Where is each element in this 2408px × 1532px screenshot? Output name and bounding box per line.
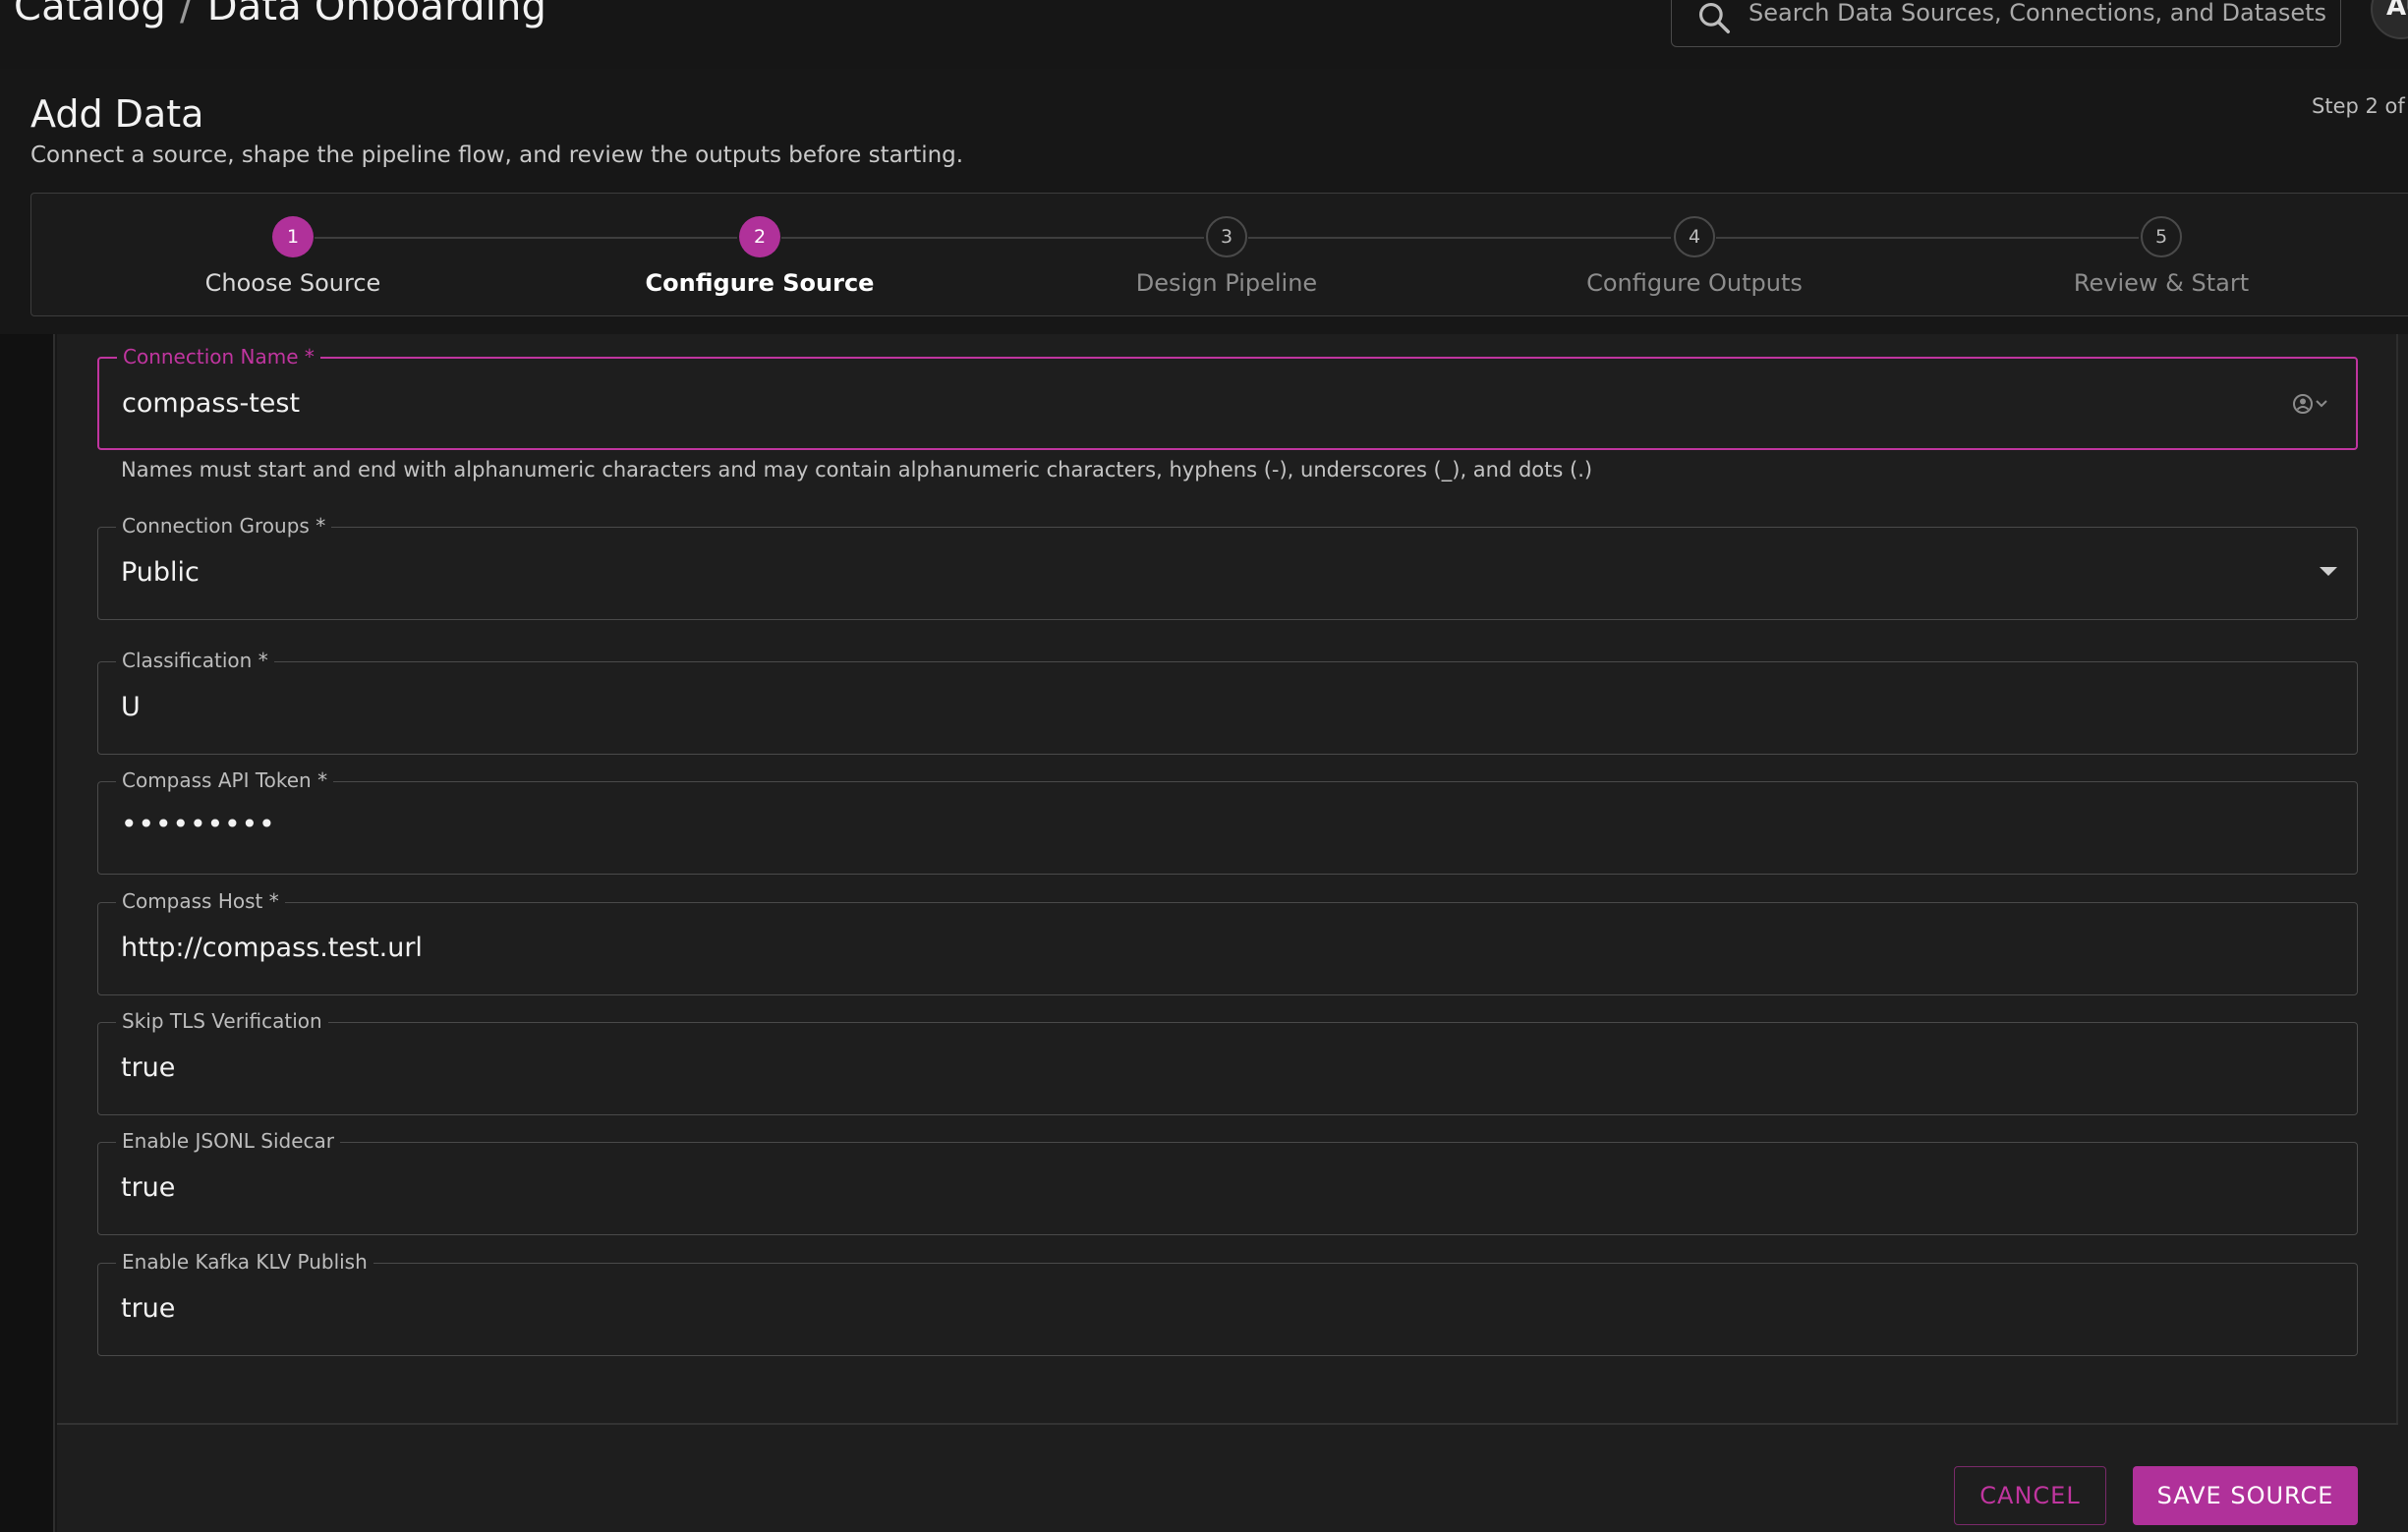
enable-kafka-klv-publish-value[interactable]: true bbox=[121, 1293, 175, 1324]
cancel-button[interactable]: CANCEL bbox=[1954, 1466, 2106, 1525]
top-bar: Catalog / Data Onboarding Search Data Sour… bbox=[0, 0, 2408, 69]
save-source-button[interactable]: SAVE SOURCE bbox=[2133, 1466, 2358, 1525]
step-number-badge: 1 bbox=[272, 216, 314, 257]
step-label: Review & Start bbox=[2073, 269, 2250, 297]
skip-tls-verification-value[interactable]: true bbox=[121, 1052, 175, 1083]
connection-groups-select[interactable]: Connection Groups * Public bbox=[97, 514, 2358, 620]
connection-name-value[interactable]: compass-test bbox=[122, 388, 300, 419]
panel-divider bbox=[2396, 334, 2398, 1425]
classification-field[interactable]: Classification * U bbox=[97, 649, 2358, 755]
step-number-badge: 4 bbox=[1674, 216, 1715, 257]
step-label: Choose Source bbox=[204, 269, 381, 297]
breadcrumb-separator: / bbox=[180, 0, 194, 29]
compass-api-token-value[interactable]: ••••••••• bbox=[121, 808, 276, 840]
left-gutter bbox=[0, 334, 55, 1532]
compass-host-field[interactable]: Compass Host * http://compass.test.url bbox=[97, 889, 2358, 995]
footer-divider bbox=[57, 1423, 2398, 1425]
connection-groups-value: Public bbox=[121, 557, 200, 588]
connection-name-helper-text: Names must start and end with alphanumer… bbox=[121, 458, 1593, 482]
connection-groups-label: Connection Groups * bbox=[116, 514, 332, 538]
enable-kafka-klv-publish-label: Enable Kafka KLV Publish bbox=[116, 1250, 373, 1274]
breadcrumb-data-onboarding: Data Onboarding bbox=[206, 0, 547, 29]
search-placeholder: Search Data Sources, Connections, and Da… bbox=[1749, 0, 2327, 27]
page-subtitle: Connect a source, shape the pipeline flo… bbox=[30, 142, 964, 168]
skip-tls-verification-label: Skip TLS Verification bbox=[116, 1009, 328, 1033]
user-avatar[interactable]: AU bbox=[2371, 0, 2408, 39]
step-counter: Step 2 of bbox=[2312, 94, 2405, 118]
global-search-input[interactable]: Search Data Sources, Connections, and Da… bbox=[1671, 0, 2341, 47]
enable-kafka-klv-publish-field[interactable]: Enable Kafka KLV Publish true bbox=[97, 1250, 2358, 1356]
step-label: Configure Source bbox=[645, 269, 875, 297]
classification-value[interactable]: U bbox=[121, 692, 141, 722]
compass-api-token-label: Compass API Token * bbox=[116, 768, 334, 792]
enable-jsonl-sidecar-label: Enable JSONL Sidecar bbox=[116, 1129, 341, 1153]
connection-name-field[interactable]: Connection Name * compass-test bbox=[97, 345, 2358, 450]
step-number-badge: 3 bbox=[1206, 216, 1247, 257]
breadcrumb: Catalog / Data Onboarding bbox=[14, 0, 546, 29]
step-number-badge: 5 bbox=[2141, 216, 2182, 257]
enable-jsonl-sidecar-value[interactable]: true bbox=[121, 1172, 175, 1203]
avatar-initials: AU bbox=[2386, 0, 2408, 22]
compass-host-value[interactable]: http://compass.test.url bbox=[121, 933, 423, 963]
step-number-badge: 2 bbox=[739, 216, 780, 257]
connection-name-label: Connection Name * bbox=[117, 345, 320, 369]
enable-jsonl-sidecar-field[interactable]: Enable JSONL Sidecar true bbox=[97, 1129, 2358, 1235]
step-configure-source[interactable]: 2 Configure Source bbox=[544, 216, 976, 297]
compass-host-label: Compass Host * bbox=[116, 889, 285, 913]
step-configure-outputs[interactable]: 4 Configure Outputs bbox=[1478, 216, 1911, 297]
step-label: Configure Outputs bbox=[1586, 269, 1803, 297]
step-label: Design Pipeline bbox=[1135, 269, 1318, 297]
search-icon bbox=[1698, 2, 1730, 33]
breadcrumb-catalog[interactable]: Catalog bbox=[14, 0, 166, 29]
compass-api-token-field[interactable]: Compass API Token * ••••••••• bbox=[97, 768, 2358, 875]
classification-label: Classification * bbox=[116, 649, 274, 672]
skip-tls-verification-field[interactable]: Skip TLS Verification true bbox=[97, 1009, 2358, 1115]
chevron-down-icon[interactable] bbox=[2320, 567, 2337, 576]
step-design-pipeline[interactable]: 3 Design Pipeline bbox=[1010, 216, 1443, 297]
step-choose-source[interactable]: 1 Choose Source bbox=[77, 216, 509, 297]
step-review-start[interactable]: 5 Review & Start bbox=[1945, 216, 2378, 297]
page-title: Add Data bbox=[30, 92, 204, 136]
autofill-account-icon[interactable] bbox=[2291, 392, 2336, 416]
